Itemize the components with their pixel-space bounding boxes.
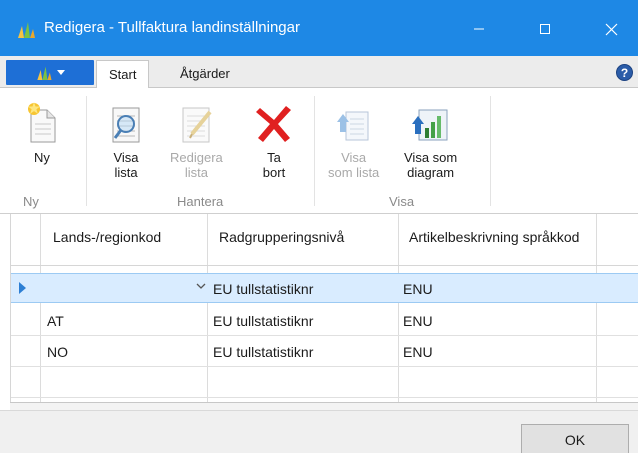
ok-button[interactable]: OK: [521, 424, 629, 453]
delete-icon: [256, 106, 291, 142]
ribbon-tab-row: Start Åtgärder ?: [0, 56, 638, 89]
grid-header: Lands-/regionkod Radgrupperingsnivå Arti…: [11, 214, 638, 266]
edit-list-icon: [182, 107, 212, 143]
edit-list-label-2: lista: [184, 165, 208, 180]
title-bar: Redigera - Tullfaktura landinställningar: [0, 0, 638, 56]
ribbon: Ny Ny Visa lista Redigera lista Ta bort …: [0, 88, 638, 214]
column-header-country[interactable]: Lands-/regionkod: [53, 228, 161, 247]
table-row[interactable]: NO EU tullstatistiknr ENU: [11, 337, 638, 367]
delete-label-2: bort: [262, 165, 286, 180]
ribbon-separator: [490, 96, 491, 206]
language-code-cell[interactable]: ENU: [403, 344, 433, 360]
close-button[interactable]: [588, 12, 634, 46]
horizontal-scrollbar[interactable]: [10, 402, 638, 410]
new-document-icon: [28, 102, 56, 143]
show-as-list-label-1: Visa: [341, 150, 367, 165]
help-icon[interactable]: ?: [616, 64, 633, 81]
country-cell[interactable]: AT: [47, 313, 64, 329]
ribbon-separator: [314, 96, 315, 206]
delete-label-1: Ta: [267, 150, 281, 165]
language-code-cell[interactable]: ENU: [403, 313, 433, 329]
tab-start[interactable]: Start: [96, 60, 150, 89]
grouping-level-cell[interactable]: EU tullstatistiknr: [213, 313, 313, 329]
show-as-chart-button[interactable]: Visa som diagram: [404, 100, 457, 180]
chevron-down-icon[interactable]: [196, 281, 206, 291]
application-menu-button[interactable]: [6, 60, 94, 85]
row-indicator: [11, 368, 40, 397]
window-title: Redigera - Tullfaktura landinställningar: [44, 19, 300, 36]
row-indicator: [11, 306, 40, 335]
group-label-hantera: Hantera: [177, 194, 224, 209]
app-logo-icon: [37, 66, 52, 80]
minimize-icon: [474, 28, 484, 30]
language-code-cell[interactable]: ENU: [403, 281, 433, 297]
dialog-footer: OK: [0, 410, 638, 453]
tab-atgarder[interactable]: Åtgärder: [168, 60, 242, 89]
show-as-list-icon: [336, 111, 369, 141]
new-button[interactable]: Ny: [22, 100, 62, 165]
show-as-list-label-2: som lista: [328, 165, 380, 180]
current-row-caret-icon: [19, 282, 26, 294]
app-logo-icon: [18, 22, 35, 38]
new-button-label: Ny: [34, 150, 50, 165]
table-row[interactable]: [11, 368, 638, 398]
row-indicator: [11, 337, 40, 366]
maximize-icon: [540, 24, 550, 34]
row-indicator: [11, 274, 40, 302]
view-list-button[interactable]: Visa lista: [106, 100, 146, 180]
country-cell[interactable]: NO: [47, 344, 68, 360]
close-icon: [605, 23, 617, 35]
show-as-chart-label-1: Visa som: [404, 150, 458, 165]
edit-list-label-1: Redigera: [170, 150, 223, 165]
edit-list-button[interactable]: Redigera lista: [170, 100, 223, 180]
view-list-icon: [112, 107, 140, 143]
column-header-language-code[interactable]: Artikelbeskrivning språkkod: [409, 228, 589, 247]
table-row[interactable]: AT EU tullstatistiknr ENU: [11, 306, 638, 336]
table-row[interactable]: EU tullstatistiknr ENU: [11, 273, 638, 303]
show-as-chart-label-2: diagram: [407, 165, 455, 180]
show-as-chart-icon: [411, 109, 448, 141]
group-label-visa: Visa: [389, 194, 415, 209]
grouping-level-cell[interactable]: EU tullstatistiknr: [213, 344, 313, 360]
delete-button[interactable]: Ta bort: [254, 100, 294, 180]
column-header-grouping-level[interactable]: Radgrupperingsnivå: [219, 228, 344, 247]
grouping-level-cell[interactable]: EU tullstatistiknr: [213, 281, 313, 297]
show-as-list-button[interactable]: Visa som lista: [328, 100, 379, 180]
minimize-button[interactable]: [456, 12, 502, 46]
group-label-ny: Ny: [23, 194, 39, 209]
view-list-label-2: lista: [114, 165, 138, 180]
maximize-button[interactable]: [522, 12, 568, 46]
data-grid: Lands-/regionkod Radgrupperingsnivå Arti…: [10, 214, 638, 408]
ribbon-separator: [86, 96, 87, 206]
view-list-label-1: Visa: [113, 150, 139, 165]
dropdown-arrow-icon: [57, 70, 65, 75]
